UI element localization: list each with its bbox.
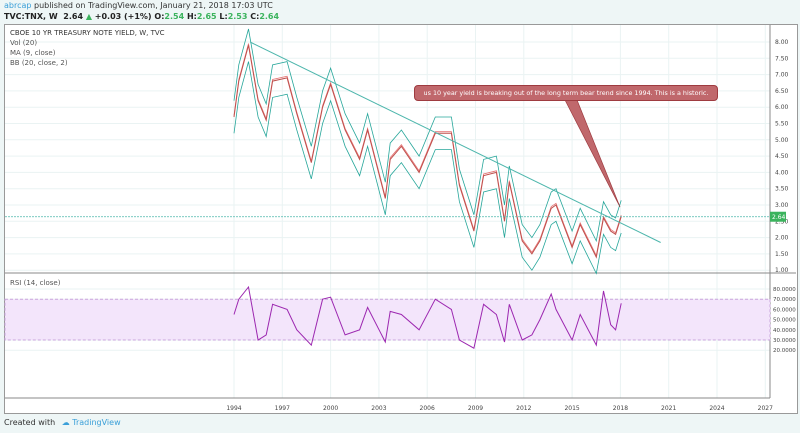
price-tick-label: 8.00 bbox=[775, 39, 789, 46]
price-tick-label: 5.50 bbox=[775, 121, 789, 128]
rsi-tick-label: 50.0000 bbox=[773, 318, 796, 324]
x-tick-label: 2012 bbox=[516, 405, 531, 412]
rsi-tick-label: 20.0000 bbox=[773, 348, 796, 354]
tradingview-logo[interactable]: ☁ TradingView bbox=[62, 418, 121, 427]
chart-legend: CBOE 10 YR TREASURY NOTE YIELD, W, TVC V… bbox=[10, 28, 165, 68]
price-tick-label: 7.50 bbox=[775, 55, 789, 62]
x-tick-label: 2003 bbox=[371, 405, 386, 412]
x-tick-label: 2027 bbox=[758, 405, 773, 412]
x-tick-label: 2024 bbox=[709, 405, 724, 412]
price-tick-label: 5.00 bbox=[775, 137, 789, 144]
x-tick-label: 2006 bbox=[420, 405, 435, 412]
x-tick-label: 2009 bbox=[468, 405, 483, 412]
x-tick-label: 2000 bbox=[323, 405, 338, 412]
price-tick-label: 6.50 bbox=[775, 88, 789, 95]
trendline bbox=[249, 41, 661, 243]
x-tick-label: 2021 bbox=[661, 405, 676, 412]
price-tick-label: 3.50 bbox=[775, 186, 789, 193]
brand-text: TradingView bbox=[72, 418, 121, 427]
x-tick-label: 2018 bbox=[613, 405, 628, 412]
footer: Created with ☁ TradingView bbox=[4, 418, 121, 427]
price-tick-label: 6.00 bbox=[775, 104, 789, 111]
x-tick-label: 2015 bbox=[564, 405, 579, 412]
price-tick-label: 4.50 bbox=[775, 153, 789, 160]
legend-rsi[interactable]: RSI (14, close) bbox=[10, 279, 60, 287]
legend-bb[interactable]: BB (20, close, 2) bbox=[10, 58, 165, 68]
rsi-tick-label: 70.0000 bbox=[773, 297, 796, 303]
rsi-tick-label: 80.0000 bbox=[773, 287, 796, 293]
rsi-tick-label: 30.0000 bbox=[773, 338, 796, 344]
price-tick-label: 1.50 bbox=[775, 251, 789, 258]
rsi-tick-label: 60.0000 bbox=[773, 307, 796, 313]
last-price-label: 2.64 bbox=[772, 214, 786, 221]
price-tick-label: 4.00 bbox=[775, 169, 789, 176]
price-tick-label: 7.00 bbox=[775, 72, 789, 79]
price-tick-label: 2.00 bbox=[775, 235, 789, 242]
x-tick-label: 1994 bbox=[226, 405, 241, 412]
rsi-band bbox=[4, 298, 771, 341]
annotation-callout[interactable]: us 10 year yield is breaking out of the … bbox=[414, 85, 718, 101]
created-with: Created with bbox=[4, 418, 56, 427]
rsi-tick-label: 40.0000 bbox=[773, 328, 796, 334]
legend-title: CBOE 10 YR TREASURY NOTE YIELD, W, TVC bbox=[10, 29, 165, 37]
x-tick-label: 1997 bbox=[275, 405, 290, 412]
callout-pointer bbox=[564, 99, 621, 208]
price-tick-label: 3.00 bbox=[775, 202, 789, 209]
legend-ma[interactable]: MA (9, close) bbox=[10, 48, 165, 58]
legend-vol[interactable]: Vol (20) bbox=[10, 38, 165, 48]
